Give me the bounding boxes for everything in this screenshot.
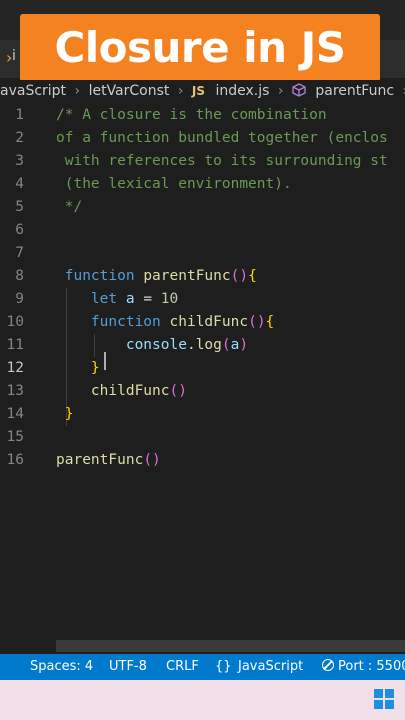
line-number: 11 [6,337,24,353]
chevron-right-icon: › [74,83,81,99]
code-line-comment: */ [56,199,83,215]
status-language[interactable]: JavaScript [238,654,303,680]
code-line-comment: (the lexical environment). [56,176,292,192]
code-line-comment: with references to its surrounding st [56,153,388,169]
code-line-close-child: } [90,360,100,376]
status-port[interactable]: Port : 5500 [322,654,405,680]
code-line-parent-func-decl: function parentFunc(){ [64,268,257,284]
port-icon [322,659,334,671]
cube-icon [292,80,311,102]
line-number: 7 [15,245,24,261]
line-number: 14 [6,406,24,422]
code-line-parent-call: parentFunc() [56,452,161,468]
breadcrumb: avaScript › letVarConst › JS index.js › … [0,80,405,102]
breadcrumb-item-folder[interactable]: letVarConst [89,80,170,102]
status-indentation[interactable]: Spaces: 4 [30,654,93,680]
code-line-close-parent: } [64,406,74,422]
status-bar: Spaces: 4 UTF-8 CRLF {} JavaScript Port … [0,654,405,680]
code-line-comment: of a function bundled together (enclos [56,130,388,146]
chevron-right-icon: › [277,83,284,99]
line-number: 1 [15,107,24,123]
line-number: 5 [15,199,24,215]
line-number: 10 [6,314,24,330]
file-js-icon: JS [191,84,206,98]
line-number: 8 [15,268,24,284]
line-number: 4 [15,176,24,192]
title-banner: Closure in JS [20,14,380,82]
chevron-right-icon: › [177,83,184,99]
breadcrumb-item-file[interactable]: index.js [215,80,269,102]
code-line-let-a: let a = 10 [90,291,179,307]
tab-label[interactable]: i [12,48,16,64]
code-line-child-func-decl: function childFunc(){ [90,314,275,330]
line-number: 6 [15,222,24,238]
code-line-child-call: childFunc() [90,383,187,399]
line-number: 2 [15,130,24,146]
line-number: 3 [15,153,24,169]
status-port-label: Port : 5500 [338,659,405,674]
text-cursor [104,352,106,370]
status-encoding[interactable]: UTF-8 [109,654,147,680]
breadcrumb-item-javascript[interactable]: avaScript [0,80,66,102]
line-number-active: 12 [6,360,24,376]
line-number: 15 [6,429,24,445]
code-line-console-log: console.log(a) [125,337,249,353]
line-number: 16 [6,452,24,468]
line-number: 13 [6,383,24,399]
code-line-comment: /* A closure is the combination [56,107,327,123]
code-editor[interactable]: 1 2 3 4 5 6 7 8 9 10 11 12 13 14 15 16 /… [0,104,405,640]
windows-icon[interactable] [374,689,394,709]
horizontal-scrollbar[interactable] [56,640,405,652]
line-number: 9 [15,291,24,307]
breadcrumb-item-symbol[interactable]: parentFunc [315,80,394,102]
braces-icon: {} [215,659,232,674]
status-eol[interactable]: CRLF [166,654,199,680]
taskbar [0,680,405,720]
